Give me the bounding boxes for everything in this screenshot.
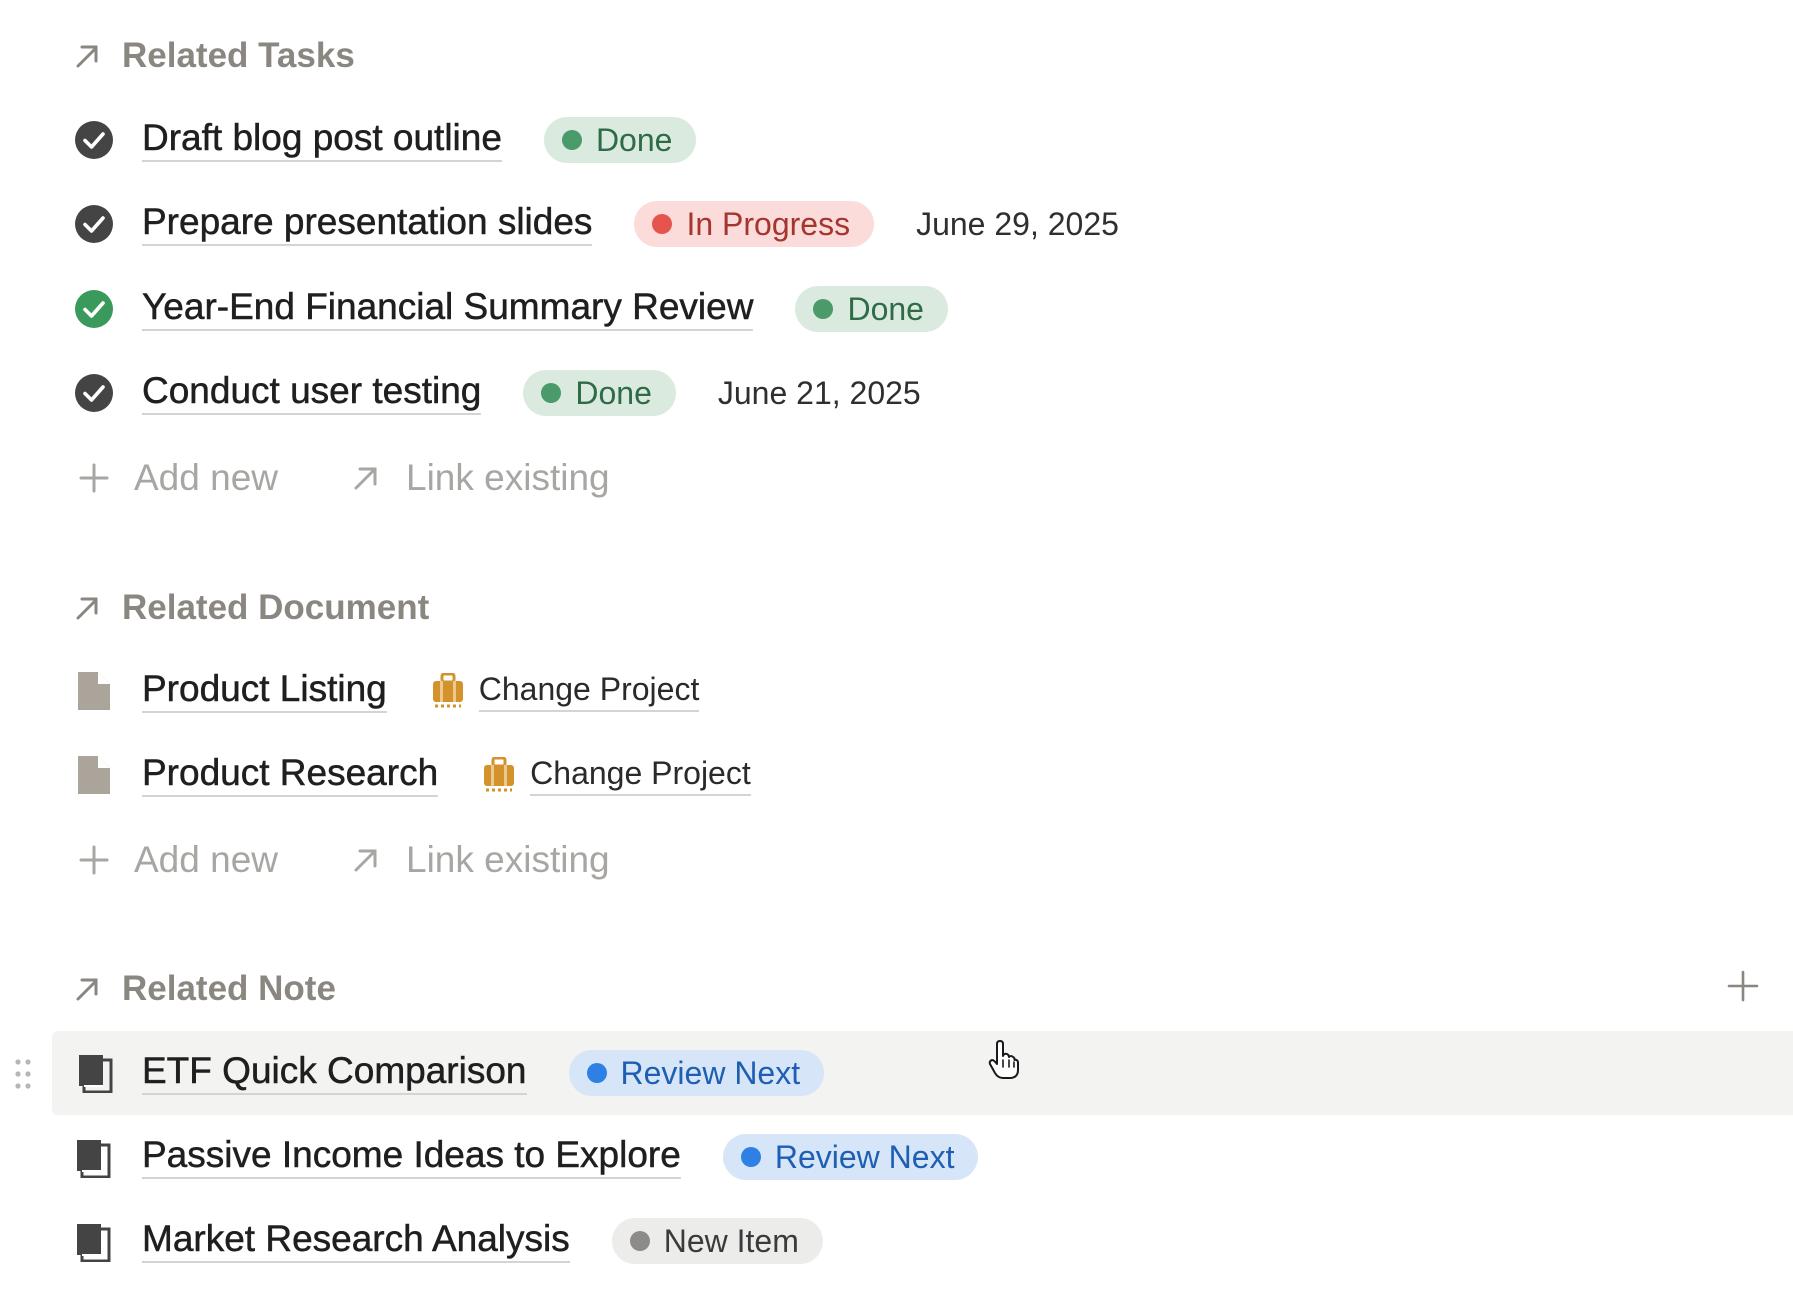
document-row[interactable]: Product Research Change Project [0,735,1793,815]
arrow-up-right-icon [76,45,98,68]
briefcase-icon [484,757,515,792]
link-existing-button[interactable]: Link existing [350,830,610,890]
note-title-link[interactable]: Passive Income Ideas to Explore [142,1134,681,1180]
drag-handle-icon[interactable] [14,1058,32,1090]
task-row[interactable]: Conduct user testing Done June 21, 2025 [0,353,1793,433]
due-date[interactable]: June 21, 2025 [718,375,921,412]
status-badge[interactable]: In Progress [634,201,875,247]
document-actions: Add new Link existing [0,830,1793,890]
arrow-up-right-icon [76,597,98,620]
section-header-related-note[interactable]: Related Note [0,969,1793,1009]
status-label: New Item [663,1223,799,1259]
document-title-link[interactable]: Product Research [142,752,438,798]
note-title-link[interactable]: Market Research Analysis [142,1218,570,1264]
status-badge[interactable]: Done [795,286,948,332]
link-existing-label: Link existing [406,457,610,498]
section-title: Related Tasks [122,36,355,75]
hand-cursor-icon [988,1040,1019,1079]
add-new-label: Add new [134,839,278,880]
task-row[interactable]: Prepare presentation slides In Progress … [0,184,1793,264]
status-label: Review Next [774,1139,955,1175]
status-label: Review Next [620,1055,801,1091]
status-dot [541,383,562,403]
briefcase-icon [432,673,463,708]
due-date[interactable]: June 29, 2025 [916,206,1119,243]
note-row[interactable]: Market Research Analysis New Item [0,1201,1793,1281]
status-dot [629,1231,650,1251]
check-circle-icon[interactable] [74,204,114,244]
status-label: Done [595,122,673,158]
check-circle-icon[interactable] [74,120,114,160]
note-row[interactable]: Passive Income Ideas to Explore Review N… [0,1117,1793,1197]
document-title-link[interactable]: Product Listing [142,668,387,714]
status-badge[interactable]: New Item [611,1218,823,1264]
task-title-link[interactable]: Prepare presentation slides [142,201,593,247]
status-badge[interactable]: Done [543,117,697,163]
status-badge[interactable]: Review Next [568,1050,825,1096]
page-icon [78,672,110,710]
status-label: Done [575,375,652,411]
section-title: Related Note [122,969,336,1008]
arrow-up-right-icon [76,978,98,1001]
note-row[interactable]: ETF Quick Comparison Review Next [52,1031,1793,1115]
status-badge[interactable]: Done [523,370,676,416]
notebook-icon [77,1140,111,1178]
plus-icon [79,845,109,875]
note-title-link[interactable]: ETF Quick Comparison [142,1050,527,1096]
project-link[interactable]: Change Project [482,755,751,796]
check-circle-icon[interactable] [74,373,114,413]
arrow-up-right-icon [354,849,377,872]
link-existing-button[interactable]: Link existing [350,448,610,508]
task-row[interactable]: Year-End Financial Summary Review Done [0,269,1793,349]
task-title-link[interactable]: Conduct user testing [142,370,482,416]
status-label: Done [847,291,924,327]
link-existing-label: Link existing [406,839,610,880]
status-dot [652,214,673,234]
task-title-link[interactable]: Draft blog post outline [142,117,502,163]
arrow-up-right-icon [354,467,377,490]
section-header-related-document[interactable]: Related Document [0,588,1793,628]
status-dot [561,130,582,150]
status-dot [813,299,834,319]
section-title: Related Document [122,588,430,627]
notebook-icon [77,1224,111,1262]
status-dot [740,1147,761,1167]
status-label: In Progress [686,206,851,242]
document-row[interactable]: Product Listing Change Project [0,651,1793,731]
status-dot [586,1063,607,1083]
plus-icon [79,463,109,493]
task-row[interactable]: Draft blog post outline Done [0,100,1793,180]
check-circle-icon[interactable] [74,289,114,329]
project-label: Change Project [530,755,751,796]
page-icon [78,756,110,794]
section-header-related-tasks[interactable]: Related Tasks [0,36,1793,76]
add-new-button[interactable]: Add new [78,830,278,890]
status-badge[interactable]: Review Next [722,1134,979,1180]
project-label: Change Project [478,671,700,712]
notebook-icon [79,1055,113,1093]
add-new-button[interactable]: Add new [78,448,278,508]
add-new-label: Add new [134,457,278,498]
task-title-link[interactable]: Year-End Financial Summary Review [142,286,754,332]
project-link[interactable]: Change Project [431,671,700,712]
task-actions: Add new Link existing [0,448,1793,508]
plus-icon[interactable] [1727,970,1759,1002]
